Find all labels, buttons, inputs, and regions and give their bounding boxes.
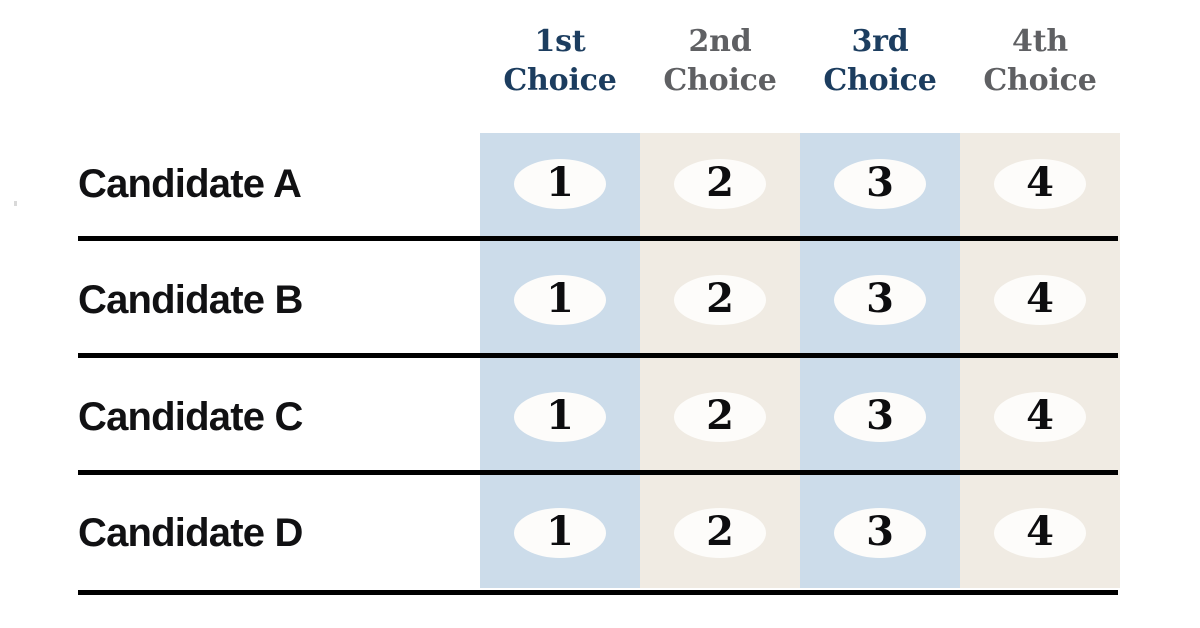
candidate-label-c: Candidate C [78, 395, 303, 439]
rank-number: 4 [1026, 275, 1054, 322]
rank-number: 2 [706, 275, 734, 322]
rank-oval-c-1st[interactable]: 1 [514, 392, 606, 442]
rank-number: 4 [1026, 508, 1054, 555]
column-header-row: 1st Choice 2nd Choice 3rd Choice 4th Cho… [480, 22, 1120, 122]
column-header-word: Choice [503, 63, 617, 98]
rank-oval-d-4th[interactable]: 4 [994, 508, 1086, 558]
rank-number: 2 [706, 159, 734, 206]
rank-oval-c-3rd[interactable]: 3 [834, 392, 926, 442]
column-header-2nd-choice: 2nd Choice [640, 22, 800, 122]
column-header-ordinal: 1st [534, 24, 586, 59]
row-divider-after-d [78, 590, 1118, 595]
row-divider-after-a [78, 236, 1118, 241]
rank-oval-c-4th[interactable]: 4 [994, 392, 1086, 442]
ranked-choice-ballot-diagram: 1st Choice 2nd Choice 3rd Choice 4th Cho… [0, 0, 1200, 628]
column-header-ordinal: 4th [1012, 24, 1068, 59]
rank-oval-c-2nd[interactable]: 2 [674, 392, 766, 442]
rank-number: 3 [866, 392, 894, 439]
rank-number: 2 [706, 392, 734, 439]
rank-oval-d-2nd[interactable]: 2 [674, 508, 766, 558]
row-divider-after-b [78, 353, 1118, 358]
candidate-label-a: Candidate A [78, 162, 302, 206]
rank-number: 3 [866, 508, 894, 555]
rank-number: 1 [546, 159, 574, 206]
column-header-word: Choice [983, 63, 1097, 98]
rank-oval-a-2nd[interactable]: 2 [674, 159, 766, 209]
row-divider-after-c [78, 470, 1118, 475]
edge-artifact-speck [14, 201, 17, 206]
rank-oval-d-1st[interactable]: 1 [514, 508, 606, 558]
rank-oval-a-4th[interactable]: 4 [994, 159, 1086, 209]
rank-number: 1 [546, 275, 574, 322]
column-header-3rd-choice: 3rd Choice [800, 22, 960, 122]
rank-number: 3 [866, 275, 894, 322]
column-header-word: Choice [663, 63, 777, 98]
rank-number: 1 [546, 508, 574, 555]
rank-number: 2 [706, 508, 734, 555]
candidate-label-d: Candidate D [78, 511, 303, 555]
rank-number: 1 [546, 392, 574, 439]
rank-oval-d-3rd[interactable]: 3 [834, 508, 926, 558]
rank-oval-a-1st[interactable]: 1 [514, 159, 606, 209]
rank-oval-a-3rd[interactable]: 3 [834, 159, 926, 209]
column-header-ordinal: 3rd [851, 24, 909, 59]
column-header-word: Choice [823, 63, 937, 98]
rank-number: 3 [866, 159, 894, 206]
rank-number: 4 [1026, 159, 1054, 206]
rank-oval-b-2nd[interactable]: 2 [674, 275, 766, 325]
rank-oval-b-1st[interactable]: 1 [514, 275, 606, 325]
column-header-4th-choice: 4th Choice [960, 22, 1120, 122]
candidate-label-b: Candidate B [78, 278, 303, 322]
rank-oval-b-4th[interactable]: 4 [994, 275, 1086, 325]
rank-oval-b-3rd[interactable]: 3 [834, 275, 926, 325]
column-header-1st-choice: 1st Choice [480, 22, 640, 122]
column-header-ordinal: 2nd [688, 24, 752, 59]
rank-number: 4 [1026, 392, 1054, 439]
